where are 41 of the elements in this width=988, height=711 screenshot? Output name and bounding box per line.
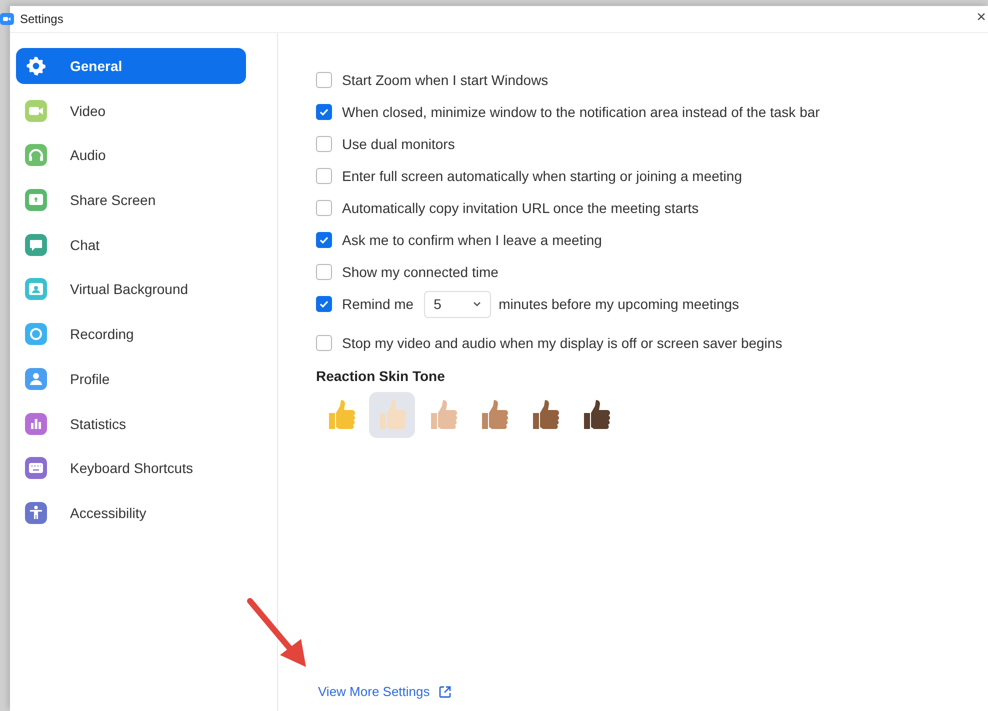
- close-button[interactable]: ×: [976, 9, 986, 27]
- option-label: Ask me to confirm when I leave a meeting: [342, 232, 602, 248]
- option-label: Show my connected time: [342, 264, 498, 280]
- checkbox[interactable]: [316, 264, 332, 280]
- checkbox[interactable]: [316, 296, 332, 312]
- option-label: Start Zoom when I start Windows: [342, 72, 548, 88]
- checkmark-icon: [318, 234, 330, 246]
- sidebar-item[interactable]: Accessibility: [16, 494, 246, 531]
- checkbox[interactable]: [316, 72, 332, 88]
- checkbox[interactable]: [316, 335, 332, 351]
- option-label: Automatically copy invitation URL once the meeting starts: [342, 200, 699, 216]
- section-heading: Reaction Skin Tone: [316, 367, 446, 385]
- option-label: Stop my video and audio when my display is off or screen saver begins: [342, 335, 782, 351]
- sidebar-item[interactable]: Profile: [16, 360, 246, 397]
- sidebar-item[interactable]: Audio: [16, 137, 246, 174]
- sidebar-item[interactable]: General: [16, 48, 246, 84]
- checkbox[interactable]: [316, 200, 332, 216]
- chevron-down-icon: [472, 299, 482, 309]
- sidebar-item[interactable]: Recording: [16, 316, 246, 352]
- annotation-arrow: [247, 598, 306, 667]
- sidebar-item[interactable]: Virtual Background: [16, 271, 246, 308]
- view-more-settings-link[interactable]: View More Settings: [318, 683, 452, 701]
- sidebar-item[interactable]: Statistics: [16, 406, 246, 442]
- checkbox[interactable]: [316, 104, 332, 120]
- checkbox[interactable]: [316, 232, 332, 248]
- option-label: Remind me: [342, 296, 414, 312]
- option-label: Enter full screen automatically when starting or joining a meeting: [342, 168, 742, 184]
- checkmark-icon: [318, 106, 330, 118]
- checkbox[interactable]: [316, 168, 332, 184]
- window-title: Settings: [20, 12, 64, 26]
- option-label: Use dual monitors: [342, 136, 455, 152]
- checkmark-icon: [318, 298, 330, 310]
- external-link-icon: [438, 685, 452, 699]
- sidebar-item[interactable]: Video: [16, 92, 246, 129]
- sidebar-item[interactable]: Chat: [16, 226, 246, 263]
- sidebar-item[interactable]: Share Screen: [16, 182, 246, 218]
- minutes-dropdown[interactable]: 5: [424, 290, 491, 318]
- option-label: minutes before my upcoming meetings: [498, 296, 740, 312]
- checkbox[interactable]: [316, 136, 332, 152]
- option-label: When closed, minimize window to the notification area instead of the task bar: [342, 104, 820, 120]
- sidebar-item[interactable]: Keyboard Shortcuts: [16, 450, 246, 486]
